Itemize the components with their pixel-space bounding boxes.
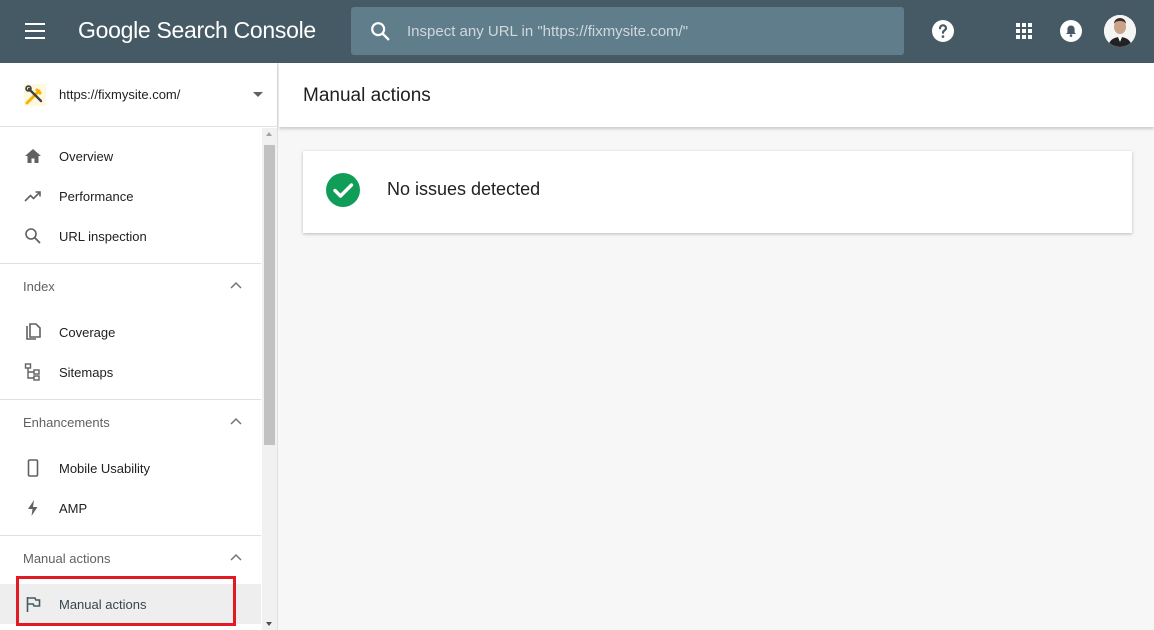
sidebar-item-label: Mobile Usability	[59, 461, 151, 476]
smartphone-icon	[27, 459, 39, 477]
apps-grid-icon[interactable]	[1012, 19, 1036, 43]
section-header-index[interactable]: Index	[0, 264, 261, 308]
copy-pages-icon	[26, 323, 41, 340]
section-label: Enhancements	[23, 415, 110, 430]
search-icon	[25, 228, 41, 244]
property-url: https://fixmysite.com/	[59, 87, 181, 102]
sidebar-item-url-inspection[interactable]: URL inspection	[0, 216, 261, 256]
section-header-enhancements[interactable]: Enhancements	[0, 400, 261, 444]
lightning-bolt-icon	[28, 500, 38, 516]
sidebar-item-mobile-usability[interactable]: Mobile Usability	[0, 448, 261, 488]
search-input[interactable]	[407, 7, 887, 55]
search-icon[interactable]	[369, 20, 391, 42]
chevron-up-icon[interactable]	[229, 552, 243, 562]
help-icon[interactable]	[931, 19, 955, 43]
scrollbar-thumb[interactable]	[264, 145, 275, 445]
sidebar-item-label: Sitemaps	[59, 365, 114, 380]
sidebar-item-performance[interactable]: Performance	[0, 176, 261, 216]
trending-up-icon	[24, 191, 41, 202]
page-header: Manual actions	[279, 63, 1154, 127]
sidebar-item-label: AMP	[59, 501, 88, 516]
sidebar-item-label: Manual actions	[59, 597, 147, 612]
home-icon	[25, 149, 41, 163]
chevron-up-icon[interactable]	[229, 416, 243, 426]
status-message: No issues detected	[387, 179, 541, 199]
top-app-bar: Google Search Console	[0, 0, 1154, 63]
sidebar-item-label: Performance	[59, 189, 134, 204]
user-photo-icon	[1104, 15, 1136, 47]
sidebar-item-label: URL inspection	[59, 229, 147, 244]
sidebar-item-label: Overview	[59, 149, 114, 164]
property-selector[interactable]: https://fixmysite.com/	[0, 63, 277, 127]
sidebar-item-amp[interactable]: AMP	[0, 488, 261, 528]
sidebar-nav: Overview Performance URL inspection Inde…	[0, 128, 261, 630]
scroll-up-arrow-icon[interactable]	[266, 132, 272, 136]
sitemap-icon	[24, 363, 40, 381]
check-circle-icon	[326, 173, 360, 207]
avatar[interactable]	[1104, 15, 1136, 47]
chevron-down-icon[interactable]	[253, 92, 263, 97]
url-inspection-search[interactable]	[351, 7, 904, 55]
sidebar-item-label: Coverage	[59, 325, 116, 340]
property-favicon-icon	[24, 84, 46, 106]
sidebar: https://fixmysite.com/ Overview Performa…	[0, 63, 278, 630]
section-label: Manual actions	[23, 551, 111, 566]
sidebar-item-sitemaps[interactable]: Sitemaps	[0, 352, 261, 392]
chevron-up-icon[interactable]	[229, 280, 243, 290]
bell-icon[interactable]	[1059, 19, 1083, 43]
page-title: Manual actions	[303, 85, 431, 106]
section-label: Index	[23, 279, 55, 294]
app-title[interactable]: Google Search Console	[78, 17, 316, 44]
menu-icon[interactable]	[17, 17, 53, 45]
status-card: No issues detected	[303, 151, 1132, 233]
sidebar-item-overview[interactable]: Overview	[0, 136, 261, 176]
sidebar-item-manual-actions[interactable]: Manual actions	[0, 584, 261, 624]
section-header-manual-actions[interactable]: Manual actions	[0, 536, 261, 580]
sidebar-scrollbar[interactable]	[262, 128, 277, 630]
sidebar-item-coverage[interactable]: Coverage	[0, 312, 261, 352]
scroll-down-arrow-icon[interactable]	[266, 622, 272, 626]
flag-icon	[26, 597, 41, 612]
